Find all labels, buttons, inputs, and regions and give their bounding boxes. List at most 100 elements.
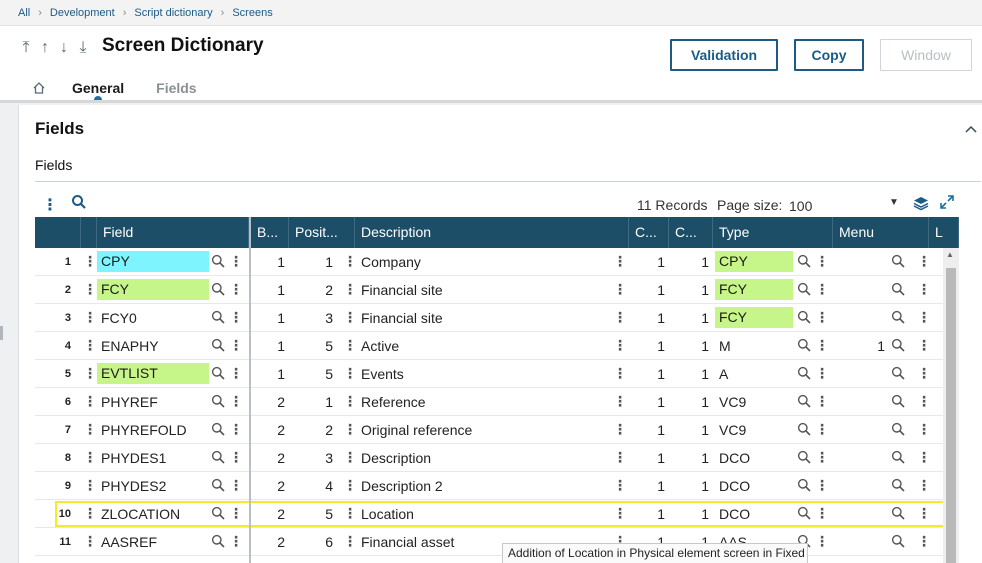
more-vertical-icon[interactable]: ⋮	[815, 444, 825, 472]
search-icon[interactable]	[891, 534, 905, 553]
description-cell[interactable]: Location	[361, 500, 611, 528]
description-cell[interactable]: Financial site	[361, 276, 611, 304]
c2-cell[interactable]: 1	[669, 416, 709, 444]
first-record-icon[interactable]: ⤒	[20, 39, 32, 57]
more-vertical-icon[interactable]: ⋮	[343, 332, 353, 360]
menu-cell[interactable]	[835, 388, 885, 416]
c2-cell[interactable]: 1	[669, 276, 709, 304]
b-cell[interactable]: 2	[251, 500, 285, 528]
menu-cell[interactable]	[835, 500, 885, 528]
table-row[interactable]: 9 ⋮ PHYDES2 ⋮ 2 4 ⋮ Description 2 ⋮ 1 1 DCO ⋮ ⋮	[35, 472, 959, 500]
position-cell[interactable]: 4	[289, 472, 333, 500]
description-cell[interactable]: Description	[361, 444, 611, 472]
breadcrumb-development[interactable]: Development	[50, 7, 115, 19]
search-icon[interactable]	[211, 282, 225, 301]
more-vertical-icon[interactable]: ⋮	[83, 416, 93, 444]
more-vertical-icon[interactable]: ⋮	[613, 276, 623, 304]
more-vertical-icon[interactable]: ⋮	[343, 276, 353, 304]
tab-general[interactable]: General	[72, 76, 124, 104]
more-vertical-icon[interactable]: ⋮	[815, 304, 825, 332]
tab-fields[interactable]: Fields	[156, 76, 196, 102]
more-vertical-icon[interactable]: ⋮	[343, 360, 353, 388]
home-icon[interactable]	[32, 81, 52, 98]
previous-record-icon[interactable]: ↑	[39, 39, 51, 57]
c2-cell[interactable]: 1	[669, 472, 709, 500]
more-vertical-icon[interactable]: ⋮	[229, 416, 239, 444]
b-cell[interactable]: 1	[251, 360, 285, 388]
search-icon[interactable]	[211, 534, 225, 553]
c1-cell[interactable]: 1	[629, 360, 665, 388]
more-vertical-icon[interactable]: ⋮	[815, 528, 825, 556]
more-vertical-icon[interactable]: ⋮	[83, 528, 93, 556]
field-cell[interactable]: PHYDES1	[101, 444, 209, 472]
breadcrumb-screens[interactable]: Screens	[232, 7, 272, 19]
c1-cell[interactable]: 1	[629, 416, 665, 444]
breadcrumb-script-dictionary[interactable]: Script dictionary	[134, 7, 212, 19]
b-cell[interactable]: 2	[251, 444, 285, 472]
more-vertical-icon[interactable]: ⋮	[815, 416, 825, 444]
field-cell[interactable]: PHYDES2	[101, 472, 209, 500]
more-vertical-icon[interactable]: ⋮	[229, 500, 239, 528]
more-vertical-icon[interactable]: ⋮	[613, 360, 623, 388]
window-button[interactable]: Window	[880, 39, 972, 71]
caret-down-icon[interactable]: ▼	[889, 197, 899, 208]
more-vertical-icon[interactable]: ⋮	[917, 304, 927, 332]
layers-icon[interactable]	[913, 195, 929, 214]
table-row[interactable]: 2 ⋮ FCY ⋮ 1 2 ⋮ Financial site ⋮ 1 1 FCY ⋮ ⋮	[35, 276, 959, 304]
field-cell[interactable]: CPY	[97, 251, 209, 272]
more-vertical-icon[interactable]: ⋮	[83, 276, 93, 304]
search-icon[interactable]	[797, 254, 811, 273]
more-vertical-icon[interactable]: ⋮	[229, 304, 239, 332]
more-vertical-icon[interactable]: ⋮	[229, 388, 239, 416]
header-position[interactable]: Posit...	[289, 217, 355, 248]
search-icon[interactable]	[891, 310, 905, 329]
search-icon[interactable]	[891, 338, 905, 357]
position-cell[interactable]: 3	[289, 304, 333, 332]
c2-cell[interactable]: 1	[669, 332, 709, 360]
search-icon[interactable]	[797, 282, 811, 301]
search-icon[interactable]	[891, 422, 905, 441]
search-icon[interactable]	[797, 450, 811, 469]
more-vertical-icon[interactable]: ⋮	[83, 472, 93, 500]
position-cell[interactable]: 6	[289, 528, 333, 556]
menu-cell[interactable]	[835, 248, 885, 276]
more-vertical-icon[interactable]: ⋮	[229, 248, 239, 276]
more-vertical-icon[interactable]: ⋮	[83, 360, 93, 388]
more-vertical-icon[interactable]: ⋮	[917, 528, 927, 556]
header-b[interactable]: B...	[251, 217, 289, 248]
more-vertical-icon[interactable]: ⋮	[815, 360, 825, 388]
c2-cell[interactable]: 1	[669, 500, 709, 528]
header-field[interactable]: Field	[97, 217, 249, 248]
table-row[interactable]: 5 ⋮ EVTLIST ⋮ 1 5 ⋮ Events ⋮ 1 1 A ⋮ ⋮	[35, 360, 959, 388]
more-vertical-icon[interactable]: ⋮	[917, 416, 927, 444]
breadcrumb-all[interactable]: All	[18, 7, 30, 19]
more-vertical-icon[interactable]: ⋮	[613, 332, 623, 360]
type-cell[interactable]: VC9	[719, 416, 793, 444]
c1-cell[interactable]: 1	[629, 500, 665, 528]
more-vertical-icon[interactable]: ⋮	[229, 276, 239, 304]
header-c2[interactable]: C...	[669, 217, 713, 248]
b-cell[interactable]: 2	[251, 416, 285, 444]
more-vertical-icon[interactable]: ⋮	[815, 248, 825, 276]
type-cell[interactable]: DCO	[719, 444, 793, 472]
field-cell[interactable]: FCY0	[101, 304, 209, 332]
search-icon[interactable]	[797, 310, 811, 329]
search-icon[interactable]	[891, 254, 905, 273]
c1-cell[interactable]: 1	[629, 248, 665, 276]
field-cell[interactable]: PHYREFOLD	[101, 416, 209, 444]
more-vertical-icon[interactable]: ⋮	[815, 500, 825, 528]
search-icon[interactable]	[211, 422, 225, 441]
search-icon[interactable]	[891, 282, 905, 301]
more-vertical-icon[interactable]: ⋮	[229, 472, 239, 500]
search-icon[interactable]	[211, 506, 225, 525]
c1-cell[interactable]: 1	[629, 472, 665, 500]
menu-cell[interactable]	[835, 444, 885, 472]
more-vertical-icon[interactable]: ⋮	[343, 388, 353, 416]
table-row[interactable]: 6 ⋮ PHYREF ⋮ 2 1 ⋮ Reference ⋮ 1 1 VC9 ⋮ ⋮	[35, 388, 959, 416]
c2-cell[interactable]: 1	[669, 248, 709, 276]
validation-button[interactable]: Validation	[670, 39, 778, 71]
more-vertical-icon[interactable]: ⋮	[917, 444, 927, 472]
type-cell[interactable]: FCY	[715, 279, 793, 300]
c1-cell[interactable]: 1	[629, 304, 665, 332]
table-row[interactable]: 11 ⋮ AASREF ⋮ 2 6 ⋮ Financial asset ⋮ 1 1 AAS ⋮ ⋮	[35, 528, 959, 556]
